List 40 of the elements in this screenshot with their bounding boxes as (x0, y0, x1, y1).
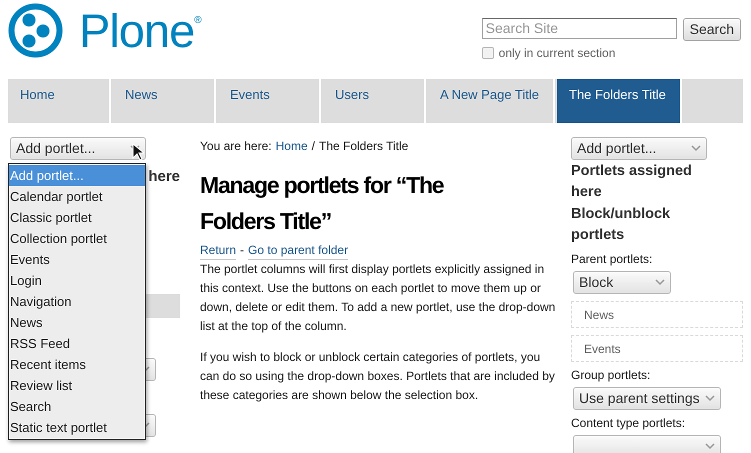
portlet-box: News (571, 301, 743, 328)
menu-option[interactable]: Events (9, 249, 145, 270)
select-field[interactable]: Add portlet... (10, 137, 146, 160)
column-heading: here (148, 167, 180, 187)
menu-option[interactable]: Search (9, 396, 145, 417)
column-heading: Portlets assigned here (571, 162, 693, 202)
menu-option[interactable]: Navigation (9, 291, 145, 312)
menu-option[interactable]: Login (9, 270, 145, 291)
select-field[interactable]: Use parent settings (573, 387, 721, 410)
menu-option[interactable]: Classic portlet (9, 207, 145, 228)
page-title: Manage portlets for “The Folders Title” (200, 171, 445, 236)
search-field[interactable]: Search Site (482, 18, 677, 39)
select-field[interactable]: Block (573, 271, 671, 294)
select-field[interactable]: Add portlet... (571, 137, 707, 160)
menu-option[interactable]: Review list (9, 375, 145, 396)
breadcrumb-link[interactable]: Home (276, 137, 308, 155)
registered-mark: ® (194, 14, 202, 28)
search-button[interactable]: Search (682, 18, 741, 41)
nav-tab[interactable]: The Folders Title (557, 79, 682, 123)
group-label: Parent portlets: (571, 251, 654, 268)
column-heading: Block/unblock portlets (571, 205, 672, 245)
breadcrumb-label: You are here: (200, 138, 272, 155)
link-separator: - (240, 242, 244, 259)
group-label: Group portlets: (571, 367, 652, 384)
menu-option[interactable]: News (9, 312, 145, 333)
group-label: Content type portlets: (571, 415, 686, 432)
breadcrumb-current: The Folders Title (318, 138, 408, 155)
logo-text: Plone (79, 3, 194, 59)
menu-option[interactable]: Recent items (9, 354, 145, 375)
action-link[interactable]: Go to parent folder (248, 241, 348, 260)
breadcrumb-separator: / (312, 138, 315, 155)
menu-option[interactable]: Collection portlet (9, 228, 145, 249)
action-link[interactable]: Return (200, 241, 236, 260)
description-text: If you wish to block or unblock certain categories of portlets, you can do so using the drop-down boxes. Portlets that are included by these categories are shown below the selection box. (200, 349, 556, 404)
description-text: The portlet columns will first display portlets explicitly assigned in this context. Use the buttons on each portlet to move them up or down, delete or edit them. To add a new portlet, use the drop-down list at the top of the column. (200, 261, 556, 335)
portlet-box: Events (571, 335, 743, 362)
menu-option[interactable]: RSS Feed (9, 333, 145, 354)
menu-option[interactable]: Static text portlet (9, 417, 145, 438)
checkbox-label: only in current section (498, 45, 616, 62)
menu-option[interactable]: Calendar portlet (9, 186, 145, 207)
